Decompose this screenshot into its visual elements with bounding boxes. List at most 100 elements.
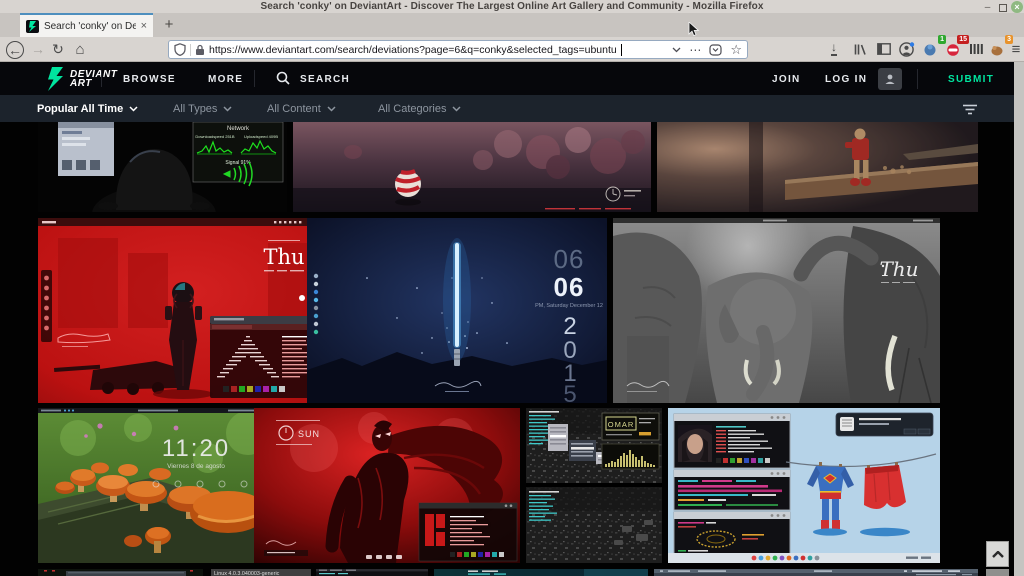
chevron-down-icon xyxy=(223,106,232,112)
pocket-icon[interactable] xyxy=(709,44,722,56)
nav-more[interactable]: MORE xyxy=(208,74,243,85)
thumb-superman-desktop[interactable] xyxy=(668,408,940,563)
menu-hamburger-icon[interactable]: ≡ xyxy=(1006,40,1024,58)
svg-text:11:20: 11:20 xyxy=(162,435,230,462)
back-button[interactable]: ← xyxy=(6,41,24,59)
bottom-3-artwork xyxy=(316,569,428,576)
filter-funnel-icon[interactable] xyxy=(962,104,978,115)
tab-active[interactable]: Search 'conky' on DeviantA × xyxy=(20,13,153,37)
svg-text:Linux 4.0.3.040003-generic: Linux 4.0.3.040003-generic xyxy=(214,571,280,576)
thumb-lightsaber[interactable]: 06 06 PM, Saturday December 12 2 0 1 5 xyxy=(307,218,607,403)
header-divider-2 xyxy=(254,70,255,87)
tab-strip xyxy=(0,13,1024,37)
visualizer-widget xyxy=(602,444,659,469)
svg-text:2: 2 xyxy=(563,313,576,340)
candy-artwork xyxy=(293,122,651,212)
filter-content[interactable]: All Content xyxy=(267,103,336,115)
forward-button[interactable]: → xyxy=(28,40,48,58)
search-results-grid: Network Downloadspeed 251B Uploadspeed 4… xyxy=(0,122,1024,576)
svg-text:Network: Network xyxy=(227,126,250,132)
svg-text:Thu: Thu xyxy=(879,257,918,281)
deviantart-favicon xyxy=(26,20,39,33)
bottom-4-artwork xyxy=(434,569,648,576)
downloads-icon[interactable]: ↓ xyxy=(824,40,844,58)
scroll-to-top-button[interactable] xyxy=(986,541,1009,567)
thumb-vader-conky[interactable]: Network Downloadspeed 251B Uploadspeed 4… xyxy=(38,122,287,212)
svg-text:Uploadspeed 409B: Uploadspeed 409B xyxy=(244,134,278,139)
thumb-bottom-5[interactable] xyxy=(654,569,978,576)
astronaut-artwork: 17:03 Thu xyxy=(38,218,339,403)
svg-text:06: 06 xyxy=(554,244,585,274)
tab-close-icon[interactable]: × xyxy=(141,20,147,32)
svg-text:Viernes 8 de agosto: Viernes 8 de agosto xyxy=(167,463,225,470)
thumb-toy-figure[interactable] xyxy=(657,122,978,212)
chevron-up-icon xyxy=(992,551,1004,558)
notification-popup xyxy=(836,413,933,436)
nav-browse[interactable]: BROWSE xyxy=(123,74,176,85)
nav-login[interactable]: LOG IN xyxy=(825,74,867,85)
thumb-bottom-3[interactable] xyxy=(316,569,428,576)
extension-red-icon[interactable]: 15 xyxy=(943,40,963,58)
extension-bars-icon[interactable] xyxy=(966,40,986,58)
new-tab-button[interactable]: + xyxy=(157,15,181,37)
filter-sort[interactable]: Popular All Time xyxy=(37,103,138,115)
thumb-candy[interactable] xyxy=(293,122,651,212)
home-button[interactable]: ⌂ xyxy=(70,40,90,58)
filter-categories[interactable]: All Categories xyxy=(378,103,461,115)
deviantart-logo-text[interactable]: DEVIANT ART xyxy=(70,70,117,88)
thumb-bottom-4[interactable] xyxy=(434,569,648,576)
thumb-bottom-1[interactable] xyxy=(38,569,203,576)
nav-search[interactable]: SEARCH xyxy=(300,74,350,85)
extension-orange-icon[interactable]: 3 xyxy=(987,40,1007,58)
svg-text:Downloadspeed 251B: Downloadspeed 251B xyxy=(195,134,234,139)
account-icon[interactable] xyxy=(897,40,917,58)
elephant-artwork: Thu xyxy=(613,218,940,403)
superman-artwork xyxy=(668,408,940,563)
chevron-down-icon xyxy=(452,106,461,112)
tab-title: Search 'conky' on DeviantA xyxy=(44,21,136,32)
svg-text:06: 06 xyxy=(554,272,585,302)
url-bar[interactable]: https://www.deviantart.com/search/deviat… xyxy=(168,40,748,59)
window-close-button[interactable]: × xyxy=(1011,1,1023,13)
thumb-dark-collage[interactable]: OMAR xyxy=(526,408,662,563)
header-divider xyxy=(101,70,102,87)
search-icon[interactable] xyxy=(276,71,290,85)
extension-blue-icon[interactable]: 1 xyxy=(920,40,940,58)
submit-button[interactable]: SUBMIT xyxy=(948,74,994,85)
page-actions-icon[interactable]: ⋯ xyxy=(689,46,701,54)
reload-button[interactable]: ↻ xyxy=(48,40,68,58)
avatar[interactable] xyxy=(878,68,902,90)
chevron-down-icon xyxy=(129,106,138,112)
deviantart-logo-icon[interactable] xyxy=(45,67,66,91)
bookmark-star-icon[interactable]: ☆ xyxy=(730,42,742,58)
lightsaber-artwork: 06 06 PM, Saturday December 12 2 0 1 5 xyxy=(307,218,607,403)
thumb-red-astronaut[interactable]: 17:03 Thu xyxy=(38,218,339,403)
terminal-window-1 xyxy=(674,414,790,468)
terminal-window-2 xyxy=(674,470,790,510)
terminal-window-3 xyxy=(674,512,790,556)
sidebar-toggle-icon[interactable] xyxy=(874,40,894,58)
filter-bar xyxy=(0,95,1024,122)
tracking-shield-icon[interactable] xyxy=(174,43,186,56)
page-scrollbar[interactable] xyxy=(1014,62,1024,576)
lock-icon[interactable] xyxy=(195,44,205,56)
bottom-1-artwork xyxy=(38,569,203,576)
text-caret xyxy=(621,44,622,56)
window-titlebar[interactable]: Search 'conky' on DeviantArt - Discover … xyxy=(0,0,1024,13)
svg-text:Signal 91%: Signal 91% xyxy=(225,160,251,166)
thumb-bottom-2[interactable]: Linux 4.0.3.040003-generic xyxy=(211,569,311,576)
window-title: Search 'conky' on DeviantArt - Discover … xyxy=(0,1,1024,12)
window-maximize-button[interactable] xyxy=(999,4,1007,12)
window-minimize-button[interactable]: – xyxy=(982,2,993,13)
thumb-red-demon[interactable]: SUN xyxy=(254,408,520,563)
chevron-down-icon xyxy=(327,106,336,112)
nav-join[interactable]: JOIN xyxy=(772,74,801,85)
svg-text:OMAR: OMAR xyxy=(608,420,635,429)
thumb-elephants[interactable]: Thu xyxy=(613,218,940,403)
filter-types[interactable]: All Types xyxy=(173,103,232,115)
urlbar-dropdown-icon[interactable] xyxy=(672,47,681,53)
svg-text:PM, Saturday December 12: PM, Saturday December 12 xyxy=(535,303,603,309)
library-icon[interactable] xyxy=(850,40,870,58)
thumb-mushrooms[interactable]: 11:20 Viernes 8 de agosto xyxy=(38,408,286,563)
scroll-button-partial[interactable] xyxy=(986,569,1009,576)
